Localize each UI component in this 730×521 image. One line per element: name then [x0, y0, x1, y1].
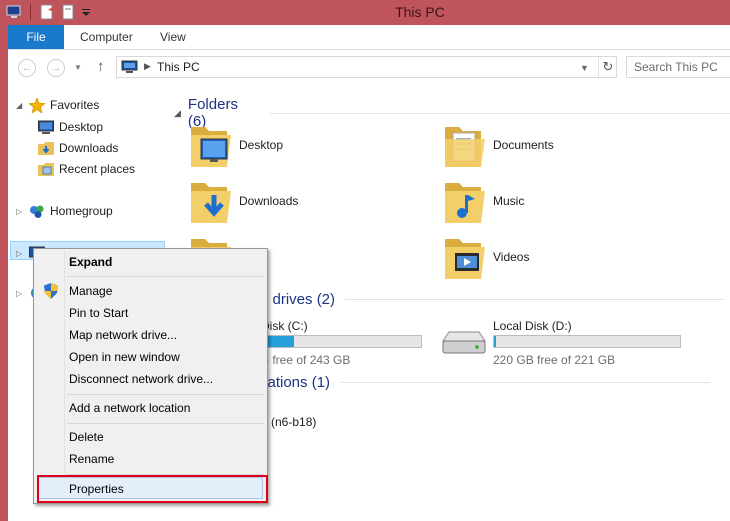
- search-input[interactable]: Search This PC: [626, 56, 730, 78]
- folder-downloads[interactable]: Downloads: [187, 177, 298, 225]
- folder-desktop[interactable]: Desktop: [187, 121, 283, 169]
- back-button[interactable]: ←: [18, 59, 36, 77]
- nav-desktop[interactable]: Desktop: [38, 118, 103, 136]
- nav-recent-places[interactable]: Recent places: [38, 160, 135, 178]
- folder-documents[interactable]: Documents: [441, 121, 554, 169]
- menu-item-rename[interactable]: Rename: [36, 448, 265, 470]
- downloads-folder-icon: [38, 141, 54, 156]
- group-divider: [340, 382, 711, 383]
- folder-desktop-label: Desktop: [239, 138, 284, 152]
- tab-file[interactable]: File: [8, 25, 64, 49]
- this-pc-icon: [121, 60, 139, 74]
- drive-c-usage-bar: [261, 335, 422, 348]
- tab-view[interactable]: View: [146, 25, 200, 49]
- arrow-right-icon: →: [50, 62, 62, 74]
- drive-c[interactable]: Disk (C:) B free of 243 GB: [261, 319, 431, 369]
- recent-locations-dropdown[interactable]: ▼: [74, 63, 82, 72]
- context-menu: Expand Manage Pin to Start Map network d…: [33, 248, 268, 504]
- menu-item-open-in-new-window[interactable]: Open in new window: [36, 346, 265, 368]
- folder-videos-label: Videos: [493, 250, 530, 264]
- group-divider: [345, 299, 726, 300]
- arrow-left-icon: ←: [21, 62, 33, 74]
- drive-d-usage-fill: [494, 336, 496, 347]
- star-icon: [28, 96, 46, 114]
- downloads-folder-icon: [187, 177, 233, 225]
- videos-folder-icon: [441, 233, 487, 281]
- homegroup-icon: [29, 204, 45, 219]
- address-row: ← → ▼ ↑ ▶ This PC ▼ ↻ Search This PC: [8, 50, 730, 85]
- nav-recent-places-label: Recent places: [59, 162, 136, 176]
- nav-homegroup-label: Homegroup: [50, 204, 113, 218]
- title-bar: This PC: [0, 0, 730, 25]
- menu-item-map-network-drive[interactable]: Map network drive...: [36, 324, 265, 346]
- menu-item-expand[interactable]: Expand: [36, 251, 265, 273]
- documents-folder-icon: [441, 121, 487, 169]
- refresh-icon: ↻: [602, 59, 614, 74]
- menu-separator: [67, 394, 264, 395]
- expand-arrow-icon[interactable]: ▷: [16, 289, 25, 298]
- breadcrumb-this-pc[interactable]: This PC: [157, 60, 200, 74]
- nav-desktop-label: Desktop: [59, 120, 104, 134]
- collapse-arrow-icon[interactable]: ◢: [16, 101, 25, 110]
- menu-item-properties[interactable]: Properties: [38, 477, 263, 499]
- drives-header-label: d drives (2): [260, 291, 336, 308]
- folder-music[interactable]: Music: [441, 177, 524, 225]
- group-header-drives[interactable]: d drives (2): [260, 291, 726, 308]
- desktop-icon: [38, 120, 54, 135]
- folder-documents-label: Documents: [493, 138, 554, 152]
- window-title: This PC: [395, 4, 445, 20]
- folder-videos[interactable]: Videos: [441, 233, 529, 281]
- drive-c-label: Disk (C:): [261, 319, 308, 333]
- address-dropdown-icon[interactable]: ▼: [580, 63, 589, 73]
- menu-item-add-network-location[interactable]: Add a network location: [36, 397, 265, 419]
- refresh-button[interactable]: ↻: [598, 57, 617, 77]
- network-location-label: n (n6-b18): [261, 415, 317, 429]
- nav-downloads[interactable]: Downloads: [38, 139, 118, 157]
- expand-arrow-icon[interactable]: ▷: [16, 207, 25, 216]
- chevron-down-icon: ▼: [74, 63, 82, 72]
- ribbon: File Computer View: [8, 25, 730, 50]
- up-button[interactable]: ↑: [97, 58, 105, 75]
- address-bar[interactable]: ▶ This PC ▼ ↻: [116, 56, 617, 78]
- nav-homegroup[interactable]: ▷ Homegroup: [16, 202, 113, 220]
- collapse-arrow-icon[interactable]: ◢: [174, 108, 181, 119]
- menu-separator: [67, 474, 264, 475]
- breadcrumb-arrow-icon[interactable]: ▶: [144, 61, 151, 72]
- hard-drive-icon: [441, 329, 487, 357]
- network-location-item[interactable]: n (n6-b18): [261, 415, 316, 429]
- drive-d[interactable]: Local Disk (D:) 220 GB free of 221 GB: [441, 319, 711, 369]
- forward-button[interactable]: →: [47, 59, 65, 77]
- drive-c-free-space: B free of 243 GB: [261, 353, 351, 367]
- menu-item-disconnect-network-drive[interactable]: Disconnect network drive...: [36, 368, 265, 390]
- group-header-network-locations[interactable]: cations (1): [260, 374, 711, 391]
- menu-item-delete[interactable]: Delete: [36, 426, 265, 448]
- music-folder-icon: [441, 177, 487, 225]
- nav-downloads-label: Downloads: [59, 141, 119, 155]
- desktop-folder-icon: [187, 121, 233, 169]
- menu-separator: [67, 276, 264, 277]
- arrow-up-icon: ↑: [97, 58, 105, 75]
- drive-d-label: Local Disk (D:): [493, 319, 572, 333]
- folder-downloads-label: Downloads: [239, 194, 299, 208]
- tab-computer[interactable]: Computer: [66, 25, 147, 49]
- menu-item-manage-label: Manage: [69, 284, 113, 298]
- network-locations-header-label: cations (1): [260, 374, 331, 391]
- menu-separator: [67, 423, 264, 424]
- nav-favorites[interactable]: ◢ Favorites: [16, 96, 99, 114]
- recent-places-icon: [38, 162, 54, 177]
- drive-d-free-space: 220 GB free of 221 GB: [493, 353, 616, 367]
- drive-d-usage-bar: [493, 335, 681, 348]
- menu-item-pin-to-start[interactable]: Pin to Start: [36, 302, 265, 324]
- menu-item-manage[interactable]: Manage: [36, 280, 265, 302]
- group-divider: [270, 112, 730, 114]
- uac-shield-icon: [44, 283, 58, 299]
- nav-favorites-label: Favorites: [50, 98, 100, 112]
- expand-arrow-icon[interactable]: ▷: [16, 249, 25, 258]
- folder-music-label: Music: [493, 194, 525, 208]
